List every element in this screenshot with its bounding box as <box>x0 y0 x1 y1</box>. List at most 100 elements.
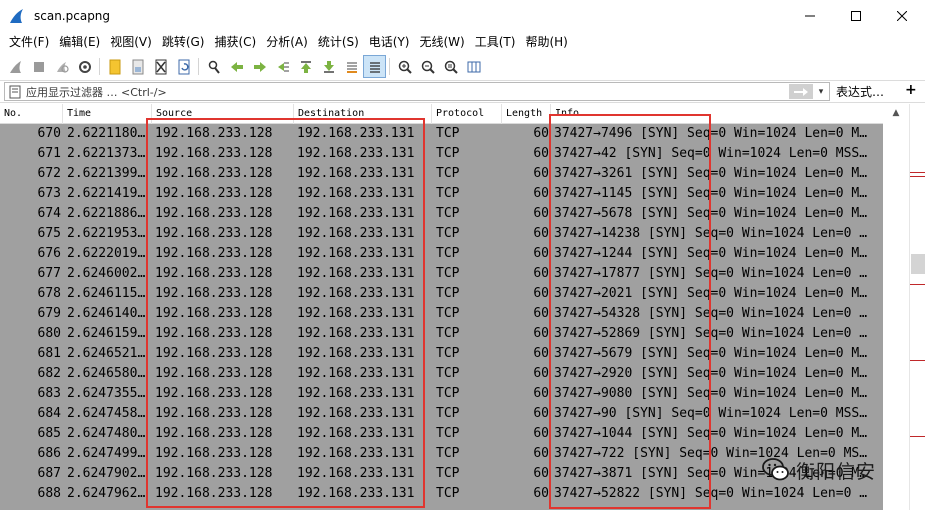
packet-source: 192.168.233.128 <box>155 346 273 361</box>
minimap-thumb[interactable] <box>911 254 925 274</box>
packet-destination: 192.168.233.131 <box>297 226 415 241</box>
packet-destination: 192.168.233.131 <box>297 406 415 421</box>
packet-row[interactable]: 673 2.6221419… 192.168.233.128 192.168.233.… <box>0 184 883 204</box>
packet-list-header: No. Time Source Destination Protocol Len… <box>0 104 883 124</box>
display-filter-input[interactable]: 应用显示过滤器 … <Ctrl-/> ▾ <box>4 82 830 101</box>
menu-statistics[interactable]: 统计(S) <box>313 31 364 54</box>
scroll-up-arrow-icon[interactable]: ▲ <box>883 104 909 122</box>
zoom-out-button[interactable] <box>416 55 439 78</box>
go-back-icon <box>230 61 243 72</box>
maximize-button[interactable] <box>833 0 879 31</box>
go-first-button[interactable] <box>294 55 317 78</box>
packet-destination: 192.168.233.131 <box>297 486 415 501</box>
zoom-in-button[interactable] <box>393 55 416 78</box>
packet-destination: 192.168.233.131 <box>297 126 415 141</box>
go-last-button[interactable] <box>317 55 340 78</box>
packet-row[interactable]: 677 2.6246002… 192.168.233.128 192.168.233.… <box>0 264 883 284</box>
go-forward-button[interactable] <box>248 55 271 78</box>
packet-row[interactable]: 674 2.6221886… 192.168.233.128 192.168.233.… <box>0 204 883 224</box>
colorize-button[interactable] <box>363 55 386 78</box>
find-packet-button[interactable] <box>202 55 225 78</box>
minimize-button[interactable] <box>787 0 833 31</box>
packet-row[interactable]: 670 2.6221180… 192.168.233.128 192.168.233.… <box>0 124 883 144</box>
packet-minimap[interactable] <box>909 104 925 510</box>
packet-source: 192.168.233.128 <box>155 246 273 261</box>
column-header-protocol[interactable]: Protocol <box>432 104 502 124</box>
column-header-info[interactable]: Info <box>551 104 883 124</box>
menu-telephony[interactable]: 电话(Y) <box>364 31 415 54</box>
minimize-icon <box>805 15 815 16</box>
packet-protocol: TCP <box>436 486 460 501</box>
start-capture-button[interactable] <box>4 55 27 78</box>
watermark: 衡阳信安 <box>762 452 876 488</box>
column-header-source[interactable]: Source <box>152 104 294 124</box>
packet-destination: 192.168.233.131 <box>297 266 415 281</box>
packet-rows: 670 2.6221180… 192.168.233.128 192.168.233.… <box>0 124 883 504</box>
packet-row[interactable]: 688 2.6247962… 192.168.233.128 192.168.233.… <box>0 484 883 504</box>
close-button[interactable] <box>879 0 925 31</box>
reload-button[interactable] <box>172 55 195 78</box>
packet-row[interactable]: 679 2.6246140… 192.168.233.128 192.168.233.… <box>0 304 883 324</box>
packet-row[interactable]: 678 2.6246115… 192.168.233.128 192.168.233.… <box>0 284 883 304</box>
menu-edit[interactable]: 编辑(E) <box>54 31 105 54</box>
packet-protocol: TCP <box>436 466 460 481</box>
chevron-down-icon: ▾ <box>818 87 824 97</box>
restart-capture-button[interactable] <box>50 55 73 78</box>
go-back-button[interactable] <box>225 55 248 78</box>
packet-source: 192.168.233.128 <box>155 126 273 141</box>
stop-capture-button[interactable] <box>27 55 50 78</box>
packet-info: 37427→14238 [SYN] Seq=0 Win=1024 Len=0 … <box>554 226 868 241</box>
packet-row[interactable]: 684 2.6247458… 192.168.233.128 192.168.233.… <box>0 404 883 424</box>
packet-source: 192.168.233.128 <box>155 226 273 241</box>
column-header-length[interactable]: Length <box>502 104 551 124</box>
packet-number: 677 <box>37 266 61 281</box>
autoscroll-button[interactable] <box>340 55 363 78</box>
open-file-icon <box>109 59 120 74</box>
menu-wireless[interactable]: 无线(W) <box>415 31 470 54</box>
menu-go[interactable]: 跳转(G) <box>157 31 210 54</box>
packet-row[interactable]: 686 2.6247499… 192.168.233.128 192.168.233.… <box>0 444 883 464</box>
packet-row[interactable]: 671 2.6221373… 192.168.233.128 192.168.233.… <box>0 144 883 164</box>
zoom-normal-button[interactable] <box>439 55 462 78</box>
menu-analyze[interactable]: 分析(A) <box>261 31 313 54</box>
packet-row[interactable]: 683 2.6247355… 192.168.233.128 192.168.233.… <box>0 384 883 404</box>
packet-row[interactable]: 685 2.6247480… 192.168.233.128 192.168.233.… <box>0 424 883 444</box>
packet-list[interactable]: No. Time Source Destination Protocol Len… <box>0 104 883 510</box>
packet-row[interactable]: 681 2.6246521… 192.168.233.128 192.168.233.… <box>0 344 883 364</box>
capture-options-button[interactable] <box>73 55 96 78</box>
resize-columns-button[interactable] <box>462 55 485 78</box>
apply-filter-button[interactable] <box>789 84 813 99</box>
packet-time: 2.6221953… <box>67 226 146 241</box>
column-header-destination[interactable]: Destination <box>294 104 432 124</box>
filter-history-dropdown[interactable]: ▾ <box>815 85 827 99</box>
vertical-scrollbar[interactable]: ▲ <box>883 104 909 510</box>
packet-row[interactable]: 672 2.6221399… 192.168.233.128 192.168.233.… <box>0 164 883 184</box>
save-file-button[interactable] <box>126 55 149 78</box>
menu-file[interactable]: 文件(F) <box>4 31 54 54</box>
menu-view[interactable]: 视图(V) <box>105 31 157 54</box>
expression-button[interactable]: 表达式… <box>836 83 884 100</box>
column-header-time[interactable]: Time <box>63 104 152 124</box>
column-header-no[interactable]: No. <box>0 104 63 124</box>
minimap-mark <box>910 284 925 285</box>
packet-length: 60 <box>533 366 549 381</box>
menu-help[interactable]: 帮助(H) <box>520 31 572 54</box>
packet-number: 675 <box>37 226 61 241</box>
menu-capture[interactable]: 捕获(C) <box>209 31 261 54</box>
packet-row[interactable]: 675 2.6221953… 192.168.233.128 192.168.233.… <box>0 224 883 244</box>
packet-row[interactable]: 687 2.6247902… 192.168.233.128 192.168.233.… <box>0 464 883 484</box>
menu-tools[interactable]: 工具(T) <box>470 31 521 54</box>
packet-row[interactable]: 682 2.6246580… 192.168.233.128 192.168.233.… <box>0 364 883 384</box>
packet-row[interactable]: 680 2.6246159… 192.168.233.128 192.168.233.… <box>0 324 883 344</box>
add-filter-button-button[interactable]: + <box>905 82 917 98</box>
close-file-button[interactable] <box>149 55 172 78</box>
packet-source: 192.168.233.128 <box>155 466 273 481</box>
packet-row[interactable]: 676 2.6222019… 192.168.233.128 192.168.233.… <box>0 244 883 264</box>
go-to-packet-button[interactable] <box>271 55 294 78</box>
open-file-button[interactable] <box>103 55 126 78</box>
packet-protocol: TCP <box>436 146 460 161</box>
packet-number: 682 <box>37 366 61 381</box>
filter-placeholder: 应用显示过滤器 … <Ctrl-/> <box>26 85 167 99</box>
packet-protocol: TCP <box>436 286 460 301</box>
packet-length: 60 <box>533 286 549 301</box>
